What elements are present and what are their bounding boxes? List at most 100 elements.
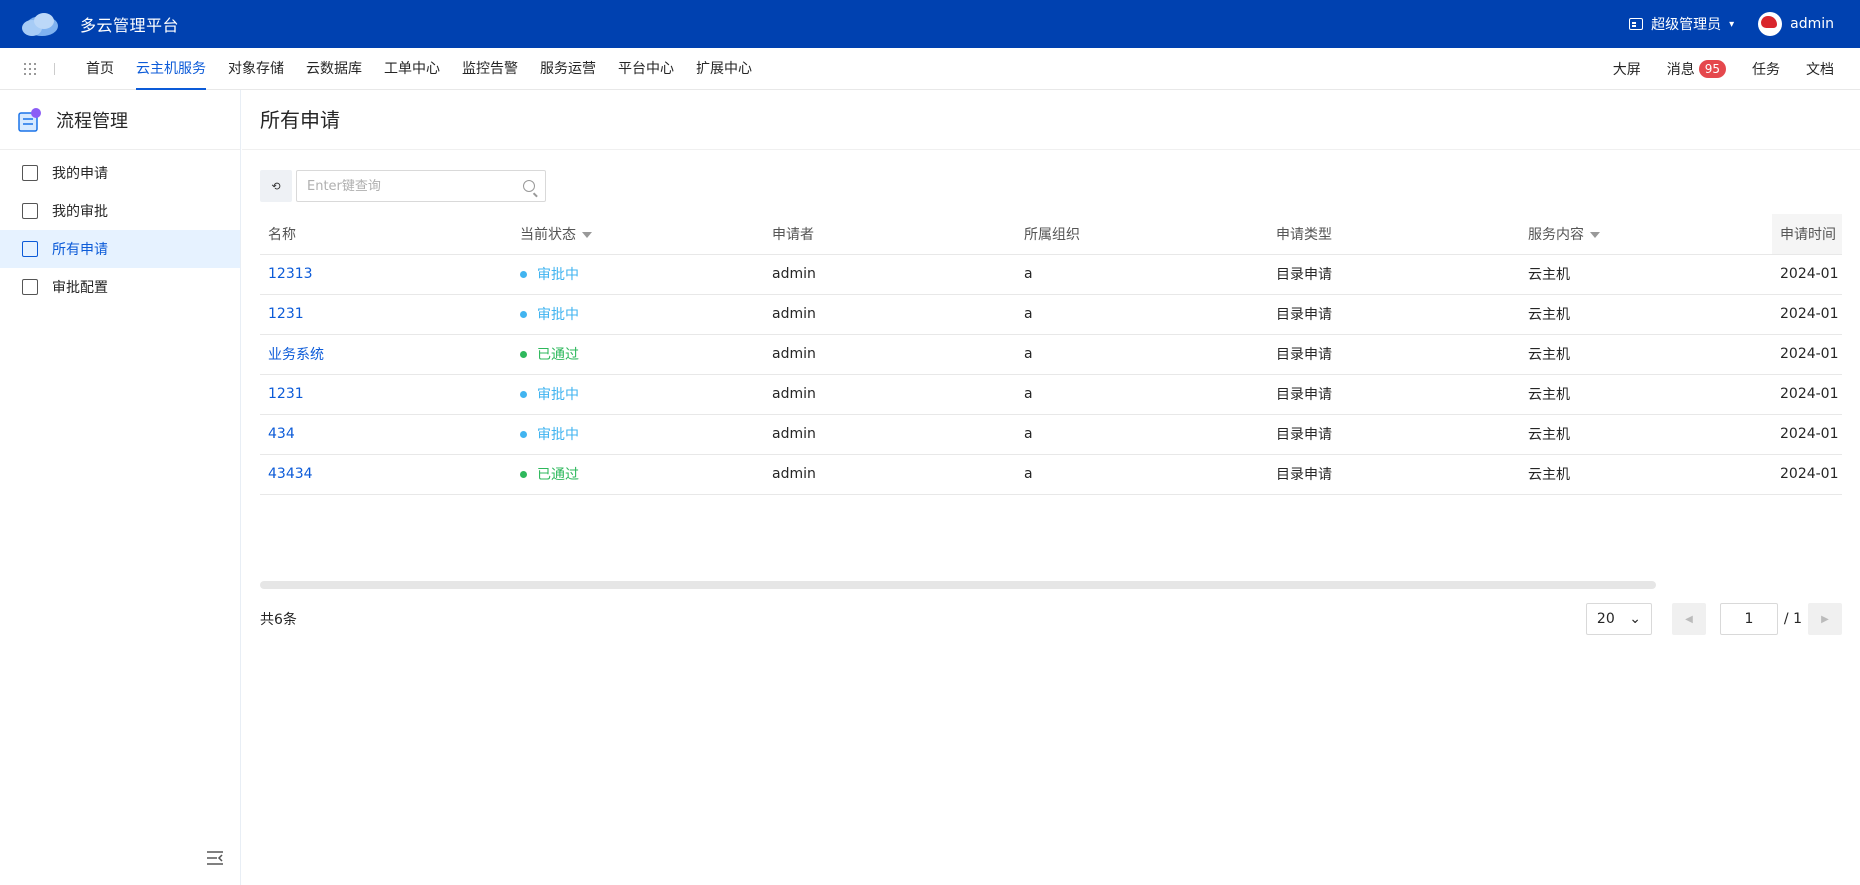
request-name-link[interactable]: 1231 xyxy=(260,294,512,335)
type-cell: 目录申请 xyxy=(1268,334,1520,375)
status-text: 审批中 xyxy=(537,267,579,283)
status-badge: 审批中 xyxy=(520,384,579,404)
nav-item[interactable]: 监控告警 xyxy=(451,48,529,90)
refresh-button[interactable]: ⟲ xyxy=(260,170,292,202)
app-title: 多云管理平台 xyxy=(80,16,180,35)
status-cell: 审批中 xyxy=(512,294,764,335)
request-name-link[interactable]: 12313 xyxy=(260,254,512,295)
table-footer: 共6条 20 ⌄ ◀ 1 / 1 ▶ xyxy=(260,602,1842,636)
status-badge: 审批中 xyxy=(520,424,579,444)
column-header[interactable]: 名称 xyxy=(260,214,512,255)
status-badge: 审批中 xyxy=(520,264,579,284)
chevron-down-icon: ⌄ xyxy=(1629,611,1641,627)
page-number-input[interactable]: 1 xyxy=(1719,603,1778,635)
org-cell: a xyxy=(1016,254,1268,295)
request-name-link[interactable]: 1231 xyxy=(260,374,512,415)
column-header[interactable]: 申请时间 xyxy=(1772,214,1842,255)
list-doc-icon xyxy=(22,241,38,257)
nav-item[interactable]: 云数据库 xyxy=(295,48,373,90)
type-cell: 目录申请 xyxy=(1268,294,1520,335)
applicant-cell: admin xyxy=(764,454,1016,495)
sidebar-item[interactable]: 所有申请 xyxy=(0,230,240,268)
status-cell: 审批中 xyxy=(512,254,764,295)
upload-doc-icon xyxy=(22,165,38,181)
column-header[interactable]: 申请类型 xyxy=(1268,214,1520,255)
request-name-link[interactable]: 434 xyxy=(260,414,512,455)
sidebar-title: 流程管理 xyxy=(56,110,128,132)
sidebar-item[interactable]: 审批配置 xyxy=(0,268,240,306)
tasks-link[interactable]: 任务 xyxy=(1752,59,1780,79)
user-menu[interactable]: admin xyxy=(1758,12,1834,36)
total-count: 共6条 xyxy=(260,612,297,628)
username: admin xyxy=(1790,16,1834,32)
sidebar-item[interactable]: 我的申请 xyxy=(0,154,240,192)
status-cell: 已通过 xyxy=(512,454,764,495)
column-header[interactable]: 申请者 xyxy=(764,214,1016,255)
total-pages: / 1 xyxy=(1783,611,1802,627)
column-header[interactable]: 当前状态 xyxy=(512,214,764,255)
status-cell: 已通过 xyxy=(512,334,764,375)
applicant-cell: admin xyxy=(764,294,1016,335)
column-header-label: 所属组织 xyxy=(1024,226,1080,243)
search-input[interactable] xyxy=(307,178,523,194)
table-row: 1231 审批中 admin a 目录申请 云主机 2024-01 xyxy=(260,294,1842,335)
nav-item[interactable]: 服务运营 xyxy=(529,48,607,90)
search-box[interactable] xyxy=(296,170,546,202)
table-row: 434 审批中 admin a 目录申请 云主机 2024-01 xyxy=(260,414,1842,455)
sidebar-item-label: 审批配置 xyxy=(52,280,108,296)
chevron-down-icon: ▾ xyxy=(1729,18,1735,30)
chevron-right-icon: ▶ xyxy=(1821,613,1829,625)
service-cell: 云主机 xyxy=(1520,294,1772,335)
horizontal-scrollbar[interactable] xyxy=(260,581,1656,589)
status-text: 审批中 xyxy=(537,307,579,323)
applicant-cell: admin xyxy=(764,254,1016,295)
pagination: 20 ⌄ ◀ 1 / 1 ▶ xyxy=(1585,603,1842,635)
cloud-icon[interactable] xyxy=(20,10,60,38)
nav-item[interactable]: 扩展中心 xyxy=(685,48,763,90)
table-row: 12313 审批中 admin a 目录申请 云主机 2024-01 xyxy=(260,254,1842,295)
type-cell: 目录申请 xyxy=(1268,374,1520,415)
docs-link[interactable]: 文档 xyxy=(1806,59,1834,79)
messages-label: 消息 xyxy=(1666,61,1695,78)
nav-item[interactable]: 首页 xyxy=(75,48,125,90)
org-cell: a xyxy=(1016,334,1268,375)
column-header-label: 申请时间 xyxy=(1780,226,1836,243)
nav-item[interactable]: 云主机服务 xyxy=(125,48,217,90)
filter-icon[interactable] xyxy=(1590,231,1600,238)
column-header[interactable]: 所属组织 xyxy=(1016,214,1268,255)
nav-item[interactable]: 工单中心 xyxy=(373,48,451,90)
page-size-select[interactable]: 20 ⌄ xyxy=(1585,603,1652,635)
requests-table: 名称 当前状态 申请者 所属组织 申请类型 服务内容 申请时间 12313 审批中 admin a… xyxy=(260,214,1842,495)
time-cell: 2024-01 xyxy=(1772,254,1842,295)
filter-icon[interactable] xyxy=(582,231,592,238)
time-cell: 2024-01 xyxy=(1772,374,1842,415)
refresh-icon: ⟲ xyxy=(271,179,281,193)
column-header-label: 当前状态 xyxy=(520,226,576,243)
service-cell: 云主机 xyxy=(1520,374,1772,415)
prev-page-button[interactable]: ◀ xyxy=(1671,603,1706,635)
status-dot xyxy=(520,470,527,478)
search-icon[interactable] xyxy=(523,180,535,192)
sidebar-item-label: 所有申请 xyxy=(52,242,108,258)
nav-item[interactable]: 平台中心 xyxy=(607,48,685,90)
request-name-link[interactable]: 43434 xyxy=(260,454,512,495)
app-grid-icon[interactable] xyxy=(24,62,36,75)
collapse-sidebar-icon[interactable] xyxy=(207,851,223,865)
applicant-cell: admin xyxy=(764,374,1016,415)
big-screen-link[interactable]: 大屏 xyxy=(1613,59,1641,79)
status-text: 审批中 xyxy=(537,427,579,443)
nav-item[interactable]: 对象存储 xyxy=(217,48,295,90)
role-switcher[interactable]: 超级管理员 ▾ xyxy=(1629,14,1734,34)
messages-link[interactable]: 消息 95 xyxy=(1667,59,1726,79)
type-cell: 目录申请 xyxy=(1268,454,1520,495)
request-name-link[interactable]: 业务系统 xyxy=(260,334,512,375)
org-cell: a xyxy=(1016,454,1268,495)
column-header[interactable]: 服务内容 xyxy=(1520,214,1772,255)
workflow-icon xyxy=(18,107,42,133)
status-text: 已通过 xyxy=(537,347,579,363)
status-badge: 审批中 xyxy=(520,304,579,324)
time-cell: 2024-01 xyxy=(1772,334,1842,375)
settings-list-icon xyxy=(22,279,38,295)
sidebar-item[interactable]: 我的审批 xyxy=(0,192,240,230)
next-page-button[interactable]: ▶ xyxy=(1808,603,1842,635)
